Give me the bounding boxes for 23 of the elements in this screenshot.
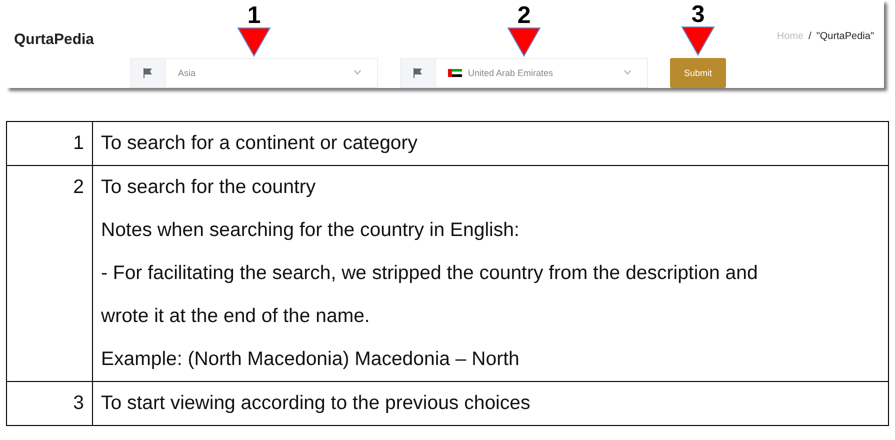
flag-icon <box>143 68 153 78</box>
description-text: wrote it at the end of the name. <box>101 304 371 329</box>
breadcrumb-current: "QurtaPedia" <box>816 31 874 42</box>
pointer-arrow-icon <box>681 26 715 56</box>
pointer-arrow-icon <box>507 27 541 57</box>
callout-number: 1 <box>247 5 261 27</box>
flag-icon <box>413 68 423 78</box>
chevron-down-icon <box>624 70 631 75</box>
description-text: To search for a continent or category <box>101 131 419 156</box>
callout-number: 3 <box>691 4 705 26</box>
description-text: - For facilitating the search, we stripped the country from the description and <box>101 261 759 286</box>
row-number: 3 <box>72 391 84 416</box>
pointer-arrow-icon <box>237 27 271 57</box>
description-text: To start viewing according to the previous choices <box>101 391 532 416</box>
site-logo[interactable]: QurtaPedia <box>14 31 130 48</box>
row-number: 1 <box>72 131 84 156</box>
breadcrumb-separator: / <box>808 31 812 42</box>
description-text: Example: (North Macedonia) Macedonia – North <box>101 347 520 372</box>
chevron-down-icon <box>354 70 361 75</box>
row-number: 2 <box>72 175 84 200</box>
description-text: To search for the country <box>101 175 317 200</box>
description-text: Notes when searching for the country in English: <box>101 218 520 243</box>
callout-number: 2 <box>517 5 531 27</box>
